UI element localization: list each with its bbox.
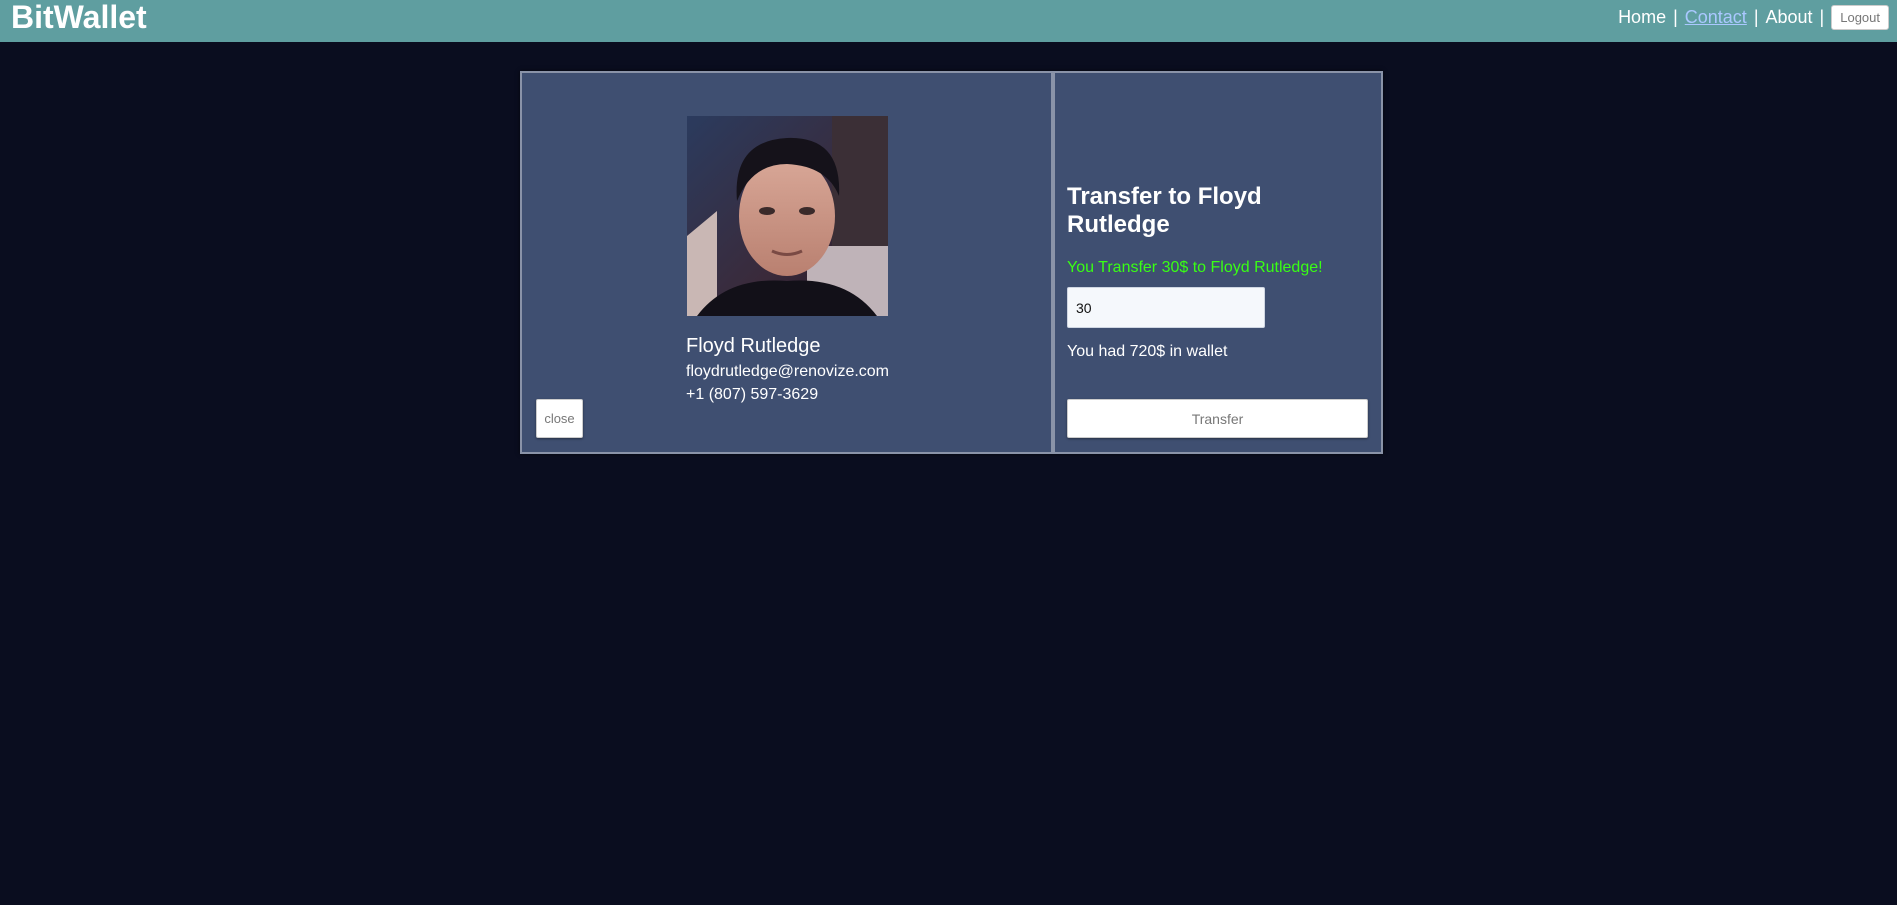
logout-button[interactable]: Logout bbox=[1831, 4, 1889, 30]
nav-contact-link[interactable]: Contact bbox=[1685, 7, 1747, 28]
brand-logo: BitWallet bbox=[11, 0, 147, 35]
wallet-balance-message: You had 720$ in wallet bbox=[1067, 343, 1228, 360]
contact-avatar-photo bbox=[687, 116, 888, 316]
top-navbar: BitWallet Home | Contact | About | Logou… bbox=[0, 0, 1897, 42]
transfer-title: Transfer to Floyd Rutledge bbox=[1067, 183, 1262, 238]
close-button[interactable]: close bbox=[536, 399, 583, 438]
transfer-button[interactable]: Transfer bbox=[1067, 399, 1368, 438]
nav-about-link[interactable]: About bbox=[1766, 7, 1813, 28]
contact-name: Floyd Rutledge bbox=[686, 335, 821, 357]
card-divider bbox=[1051, 73, 1055, 452]
amount-input[interactable] bbox=[1067, 287, 1265, 328]
contact-email: floydrutledge@renovize.com bbox=[686, 363, 890, 380]
transfer-card: Floyd Rutledge floydrutledge@renovize.co… bbox=[520, 71, 1383, 454]
contact-avatar bbox=[687, 116, 888, 316]
nav-home-link[interactable]: Home bbox=[1618, 7, 1666, 28]
nav-separator: | bbox=[1819, 6, 1825, 27]
nav-separator: | bbox=[1753, 6, 1759, 27]
nav-links: Home | Contact | About | Logout bbox=[1618, 4, 1889, 30]
nav-separator: | bbox=[1673, 6, 1678, 27]
contact-phone: +1 (807) 597-3629 bbox=[686, 386, 819, 403]
transfer-success-message: You Transfer 30$ to Floyd Rutledge! bbox=[1067, 259, 1323, 276]
